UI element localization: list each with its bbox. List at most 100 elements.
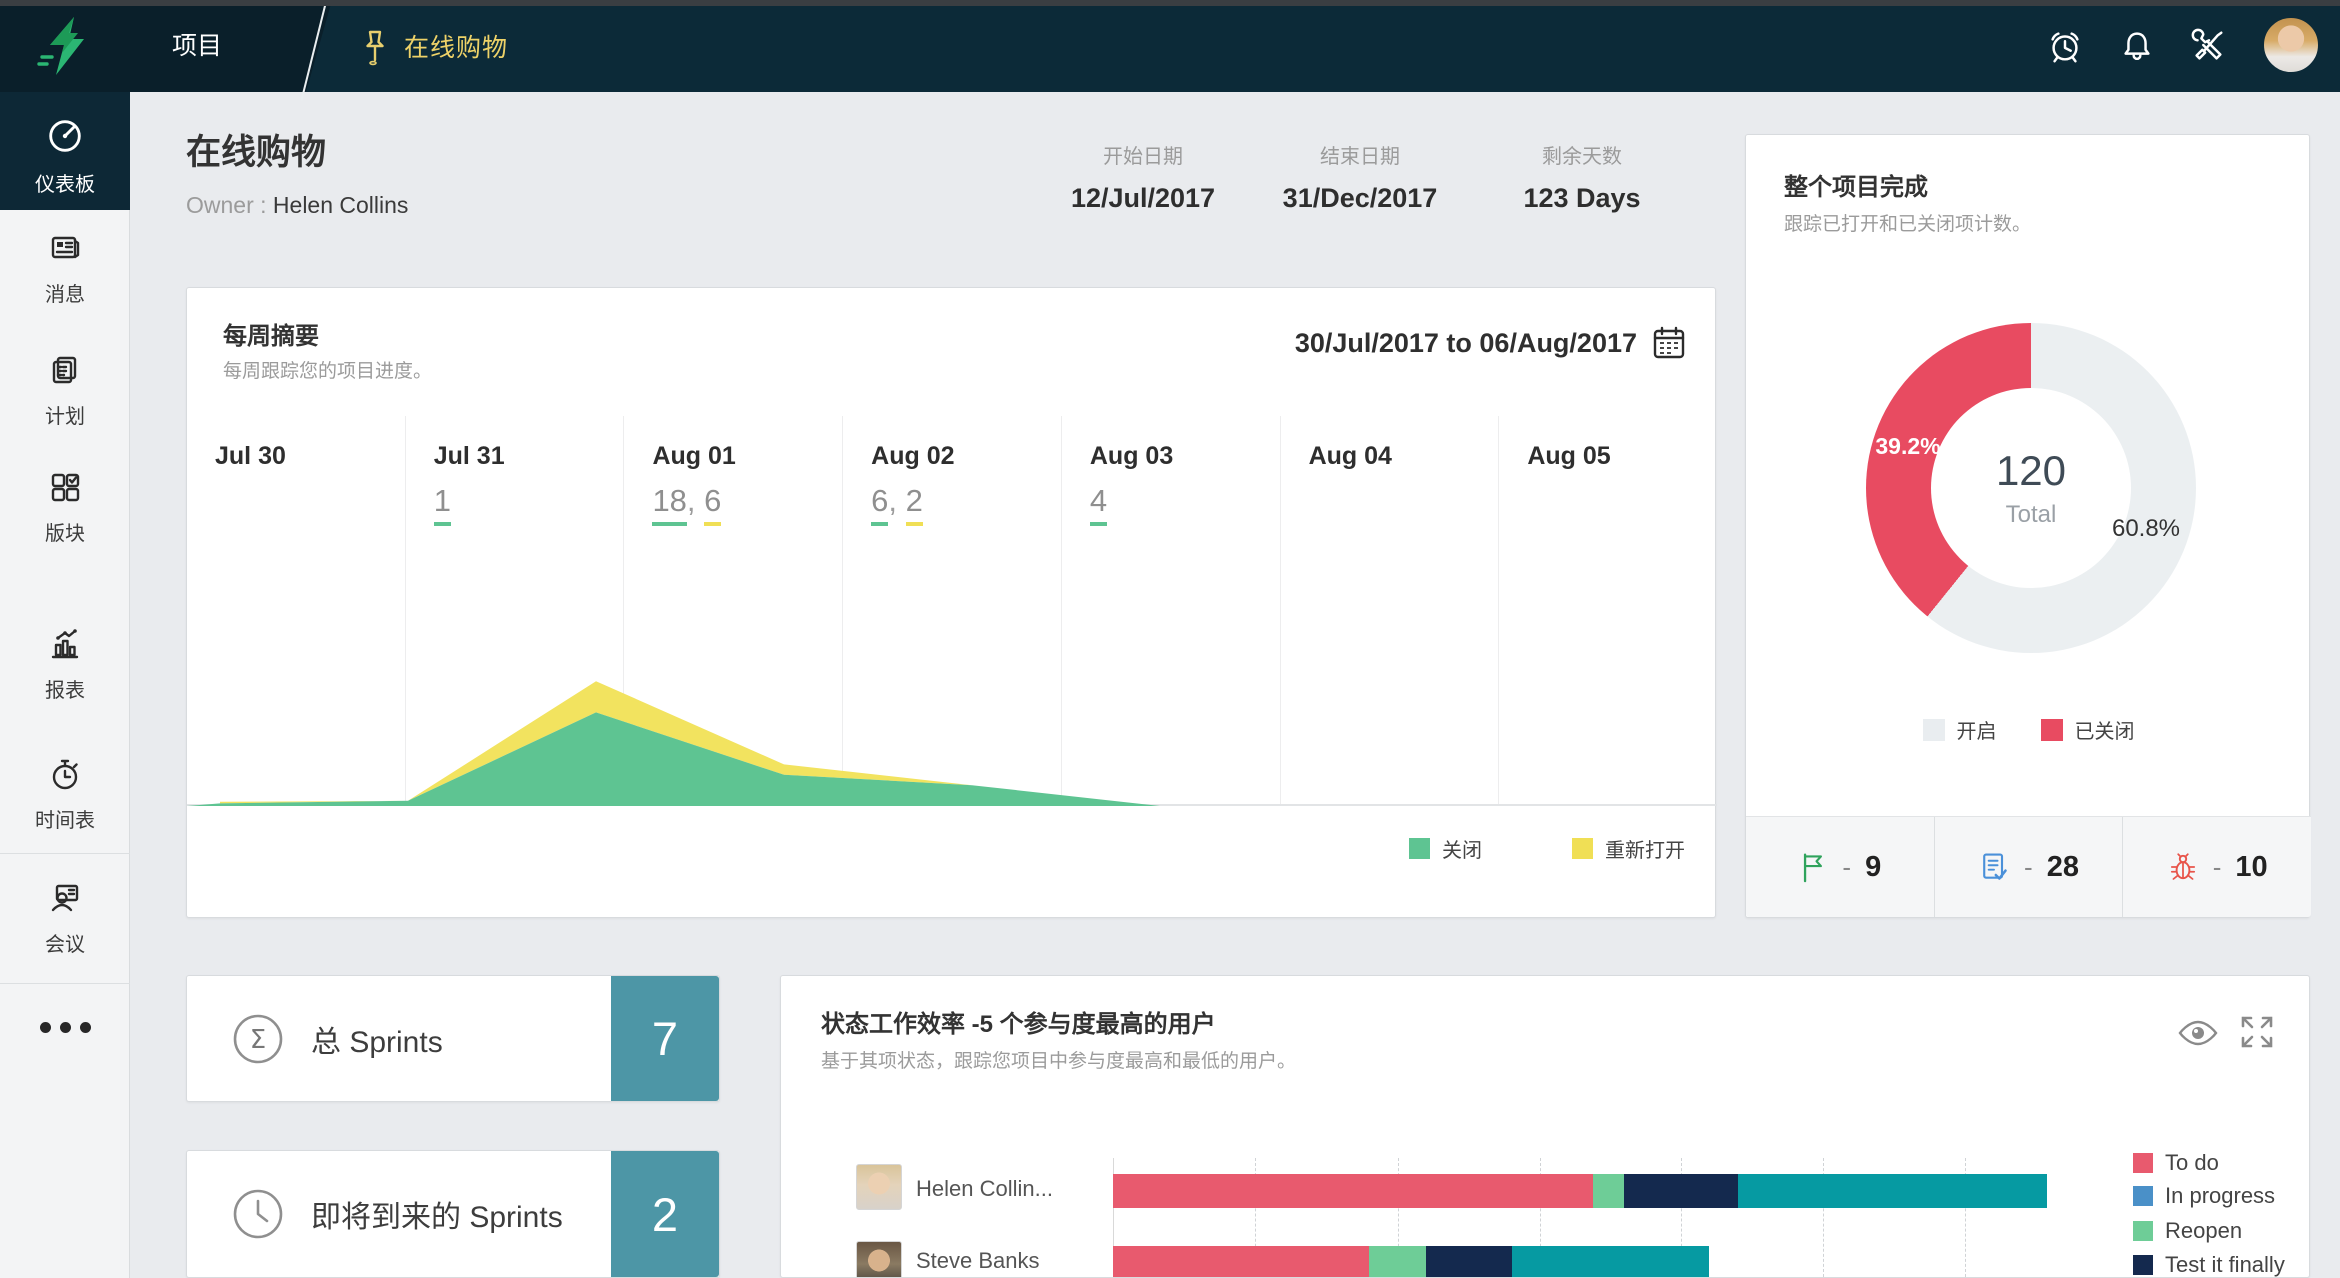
board-grid-icon bbox=[51, 473, 80, 502]
legend-item[interactable]: 已关闭 bbox=[2040, 715, 2135, 744]
weekly-column-aug-05[interactable]: Aug 05 bbox=[1498, 416, 1717, 804]
end-date-block: 结束日期 31/Dec/2017 bbox=[1250, 140, 1470, 214]
value-separator: , bbox=[888, 483, 906, 518]
stat-separator: - bbox=[1842, 851, 1852, 882]
legend-item[interactable]: 开启 bbox=[1922, 715, 1997, 744]
closed-count: 18 bbox=[652, 483, 687, 526]
week-range-picker[interactable]: 30/Jul/2017 to 06/Aug/2017 bbox=[1295, 324, 1687, 362]
window-top-strip bbox=[0, 0, 2340, 6]
legend-item[interactable]: 关闭 bbox=[1409, 834, 1482, 863]
weekly-column-date: Jul 31 bbox=[433, 442, 505, 470]
bar-segment[interactable] bbox=[1426, 1246, 1512, 1277]
task-doc-icon bbox=[1983, 853, 2007, 880]
sidebar-item-dashboard[interactable]: 仪表板 bbox=[0, 92, 130, 210]
pushpin-icon bbox=[366, 30, 384, 66]
bar-segment[interactable] bbox=[1512, 1246, 1709, 1277]
weekly-column-date: Aug 01 bbox=[652, 442, 736, 470]
legend-label: 重新打开 bbox=[1605, 840, 1685, 862]
legend-swatch bbox=[2133, 1221, 2153, 1241]
reopened-count: 2 bbox=[905, 483, 923, 526]
user-photo bbox=[856, 1241, 902, 1277]
legend-item[interactable]: To do bbox=[2133, 1150, 2219, 1176]
completion-stats-band: - 9 - 28 - 10 bbox=[1746, 816, 2311, 917]
start-date-label: 开始日期 bbox=[1103, 146, 1183, 168]
legend-label: 开启 bbox=[1956, 721, 1997, 743]
sidebar-item-label: 会议 bbox=[45, 934, 85, 956]
sidebar-item-timesheet[interactable]: 时间表 bbox=[0, 754, 130, 833]
legend-swatch bbox=[2133, 1255, 2153, 1275]
weekly-summary-title: 每周摘要 bbox=[223, 323, 319, 350]
sprints-logo-icon[interactable] bbox=[34, 13, 100, 79]
nav-projects-tab[interactable]: 项目 bbox=[172, 0, 222, 92]
sidebar-item-label: 版块 bbox=[45, 523, 85, 545]
upcoming-sprints-count: 2 bbox=[611, 1151, 719, 1277]
sidebar-divider bbox=[0, 983, 130, 984]
eye-icon[interactable] bbox=[2177, 1018, 2219, 1048]
clock-icon bbox=[233, 1189, 283, 1239]
week-range-text: 30/Jul/2017 to 06/Aug/2017 bbox=[1294, 327, 1637, 358]
legend-label: To do bbox=[2165, 1150, 2219, 1175]
weekly-column-aug-04[interactable]: Aug 04 bbox=[1279, 416, 1499, 804]
stacked-bar[interactable] bbox=[1113, 1174, 2047, 1208]
start-date-block: 开始日期 12/Jul/2017 bbox=[1033, 140, 1253, 214]
timesheet-stopwatch-icon bbox=[52, 759, 78, 790]
bar-segment[interactable] bbox=[1738, 1174, 2047, 1208]
bar-segment[interactable] bbox=[1369, 1246, 1426, 1277]
bar-segment[interactable] bbox=[1593, 1174, 1624, 1208]
weekly-legend: 关闭 重新打开 bbox=[187, 834, 1685, 863]
stacked-bar[interactable] bbox=[1113, 1246, 1709, 1277]
completion-subtitle: 跟踪已打开和已关闭项计数。 bbox=[1784, 214, 2032, 235]
weekly-column-jul-31[interactable]: Jul 31 1 bbox=[404, 416, 624, 804]
weekly-column-jul-30[interactable]: Jul 30 bbox=[187, 416, 405, 804]
sigma-icon: Σ bbox=[233, 1014, 283, 1063]
sidebar-item-label: 时间表 bbox=[35, 810, 95, 832]
sidebar-item-board[interactable]: 版块 bbox=[0, 467, 130, 546]
meeting-icon bbox=[51, 884, 79, 912]
sidebar-item-plan[interactable]: 计划 bbox=[0, 350, 130, 429]
sidebar-item-reports[interactable]: 报表 bbox=[0, 624, 130, 703]
sidebar-item-label: 消息 bbox=[45, 284, 85, 306]
reports-chart-icon bbox=[51, 629, 79, 659]
total-sprints-card[interactable]: Σ 总 Sprints 7 bbox=[186, 975, 720, 1102]
bar-segment[interactable] bbox=[1113, 1246, 1369, 1277]
sidebar-item-feed[interactable]: 消息 bbox=[0, 228, 130, 307]
epics-stat[interactable]: - 9 bbox=[1746, 817, 1934, 917]
calendar-icon[interactable] bbox=[1651, 324, 1687, 362]
more-options-ellipsis-icon[interactable] bbox=[0, 1004, 130, 1050]
legend-item[interactable]: Test it finally bbox=[2133, 1252, 2285, 1277]
legend-label: Test it finally bbox=[2165, 1252, 2285, 1277]
breadcrumb-current-project[interactable]: 在线购物 bbox=[404, 0, 508, 92]
bar-segment[interactable] bbox=[1624, 1174, 1738, 1208]
alarm-clock-icon[interactable] bbox=[2046, 27, 2084, 65]
weekly-column-values: 1 bbox=[433, 483, 624, 526]
stat-separator: - bbox=[2212, 851, 2222, 882]
weekly-column-aug-01[interactable]: Aug 01 18, 6 bbox=[623, 416, 842, 804]
weekly-column-aug-03[interactable]: Aug 03 4 bbox=[1060, 416, 1280, 804]
bell-icon[interactable] bbox=[2118, 27, 2156, 65]
expand-icon[interactable] bbox=[2239, 1014, 2275, 1050]
bar-segment[interactable] bbox=[1113, 1174, 1593, 1208]
user-avatar[interactable] bbox=[2262, 16, 2320, 74]
legend-item[interactable]: 重新打开 bbox=[1572, 834, 1685, 863]
legend-swatch bbox=[1572, 838, 1593, 859]
plan-docs-icon bbox=[52, 356, 77, 384]
legend-item[interactable]: In progress bbox=[2133, 1183, 2275, 1209]
closed-count: 6 bbox=[871, 483, 889, 526]
days-left-label: 剩余天数 bbox=[1542, 146, 1622, 168]
stories-stat[interactable]: - 28 bbox=[1933, 817, 2123, 917]
value-separator: , bbox=[686, 483, 705, 518]
weekly-column-aug-02[interactable]: Aug 02 6, 2 bbox=[842, 416, 1061, 804]
bugs-stat[interactable]: - 10 bbox=[2122, 817, 2311, 917]
weekly-column-date: Aug 02 bbox=[871, 442, 955, 470]
legend-swatch bbox=[2040, 718, 2063, 741]
legend-item[interactable]: Reopen bbox=[2133, 1218, 2242, 1244]
sidebar-item-meeting[interactable]: 会议 bbox=[0, 878, 130, 957]
legend-label: 已关闭 bbox=[2074, 721, 2135, 743]
upcoming-sprints-card[interactable]: 即将到来的 Sprints 2 bbox=[186, 1150, 720, 1278]
legend-swatch bbox=[2133, 1186, 2153, 1206]
user-name: Steve Banks bbox=[916, 1248, 1040, 1273]
weekly-column-values: 4 bbox=[1089, 483, 1280, 526]
weekly-columns: Jul 30 Jul 31 1 Aug 01 18, 6 Aug 02 6, 2 Aug 03… bbox=[187, 416, 1717, 806]
total-sprints-count: 7 bbox=[611, 976, 719, 1101]
tools-icon[interactable] bbox=[2189, 27, 2227, 65]
